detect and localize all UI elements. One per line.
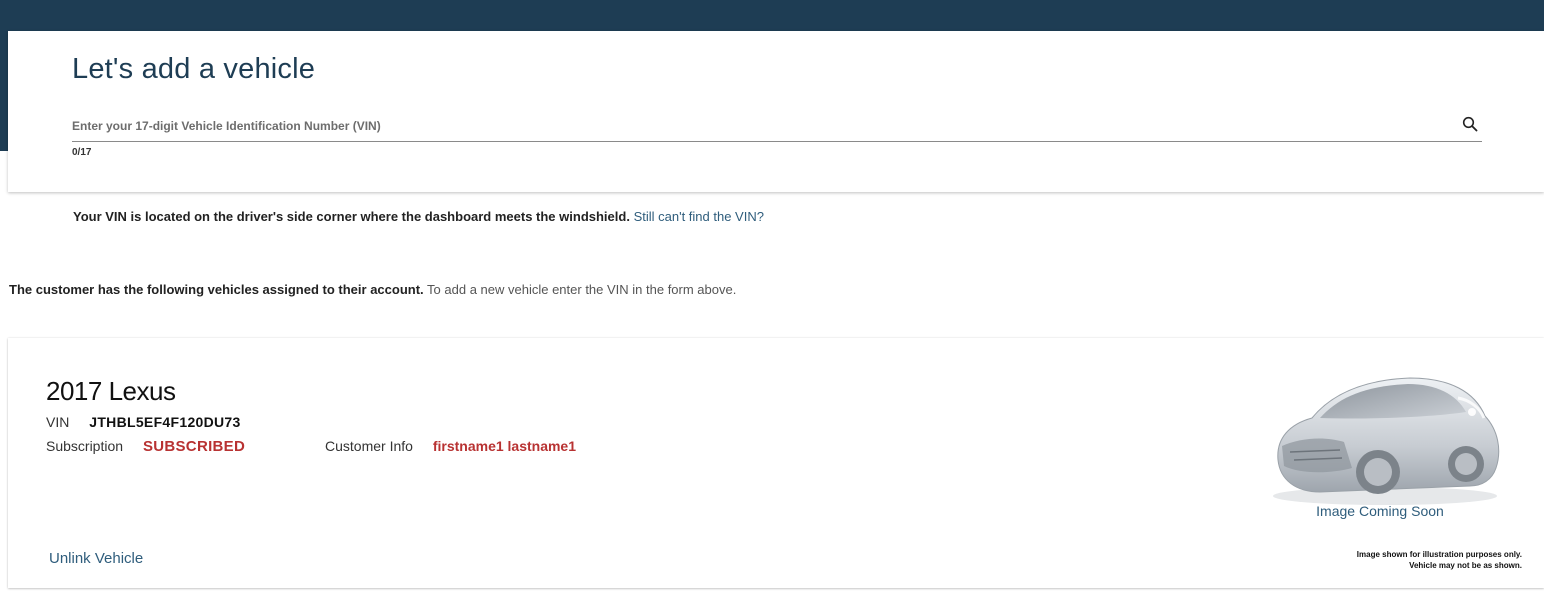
vehicles-note-bold: The customer has the following vehicles … [9,282,424,297]
vin-field-wrapper [72,111,1482,142]
customer-info-label: Customer Info [325,438,413,454]
subscription-label: Subscription [46,438,124,454]
subscription-row: Subscription SUBSCRIBED [46,438,245,455]
disclaimer-line-2: Vehicle may not be as shown. [1409,561,1522,570]
search-button[interactable] [1460,113,1480,135]
vin-label: VIN [46,414,70,430]
subscription-status: SUBSCRIBED [142,438,246,455]
customer-info-row: Customer Info firstname1 lastname1 [325,438,576,454]
search-icon [1462,116,1478,132]
page-title: Let's add a vehicle [72,53,316,85]
car-placeholder-image [1273,377,1500,505]
vin-value: JTHBL5EF4F120DU73 [89,414,241,430]
customer-name-link[interactable]: firstname1 lastname1 [433,438,576,454]
vin-char-counter: 0/17 [72,147,92,158]
image-coming-soon-caption: Image Coming Soon [1316,503,1444,519]
vin-help-link[interactable]: Still can't find the VIN? [634,209,764,224]
vin-help-text: Your VIN is located on the driver's side… [73,209,764,224]
vin-entry-card: Let's add a vehicle 0/17 [8,31,1544,192]
vehicle-card: 2017 Lexus VIN JTHBL5EF4F120DU73 Subscri… [8,338,1544,588]
vehicles-note-rest: To add a new vehicle enter the VIN in th… [427,282,737,297]
vehicle-title: 2017 Lexus [46,376,176,406]
vin-input[interactable] [72,111,1442,141]
vin-help-description: Your VIN is located on the driver's side… [73,209,630,224]
vehicle-vin-row: VIN JTHBL5EF4F120DU73 [46,414,241,430]
disclaimer-line-1: Image shown for illustration purposes on… [1356,550,1522,559]
vehicles-note: The customer has the following vehicles … [9,282,736,297]
unlink-vehicle-button[interactable]: Unlink Vehicle [49,550,143,567]
image-disclaimer: Image shown for illustration purposes on… [1357,549,1522,571]
